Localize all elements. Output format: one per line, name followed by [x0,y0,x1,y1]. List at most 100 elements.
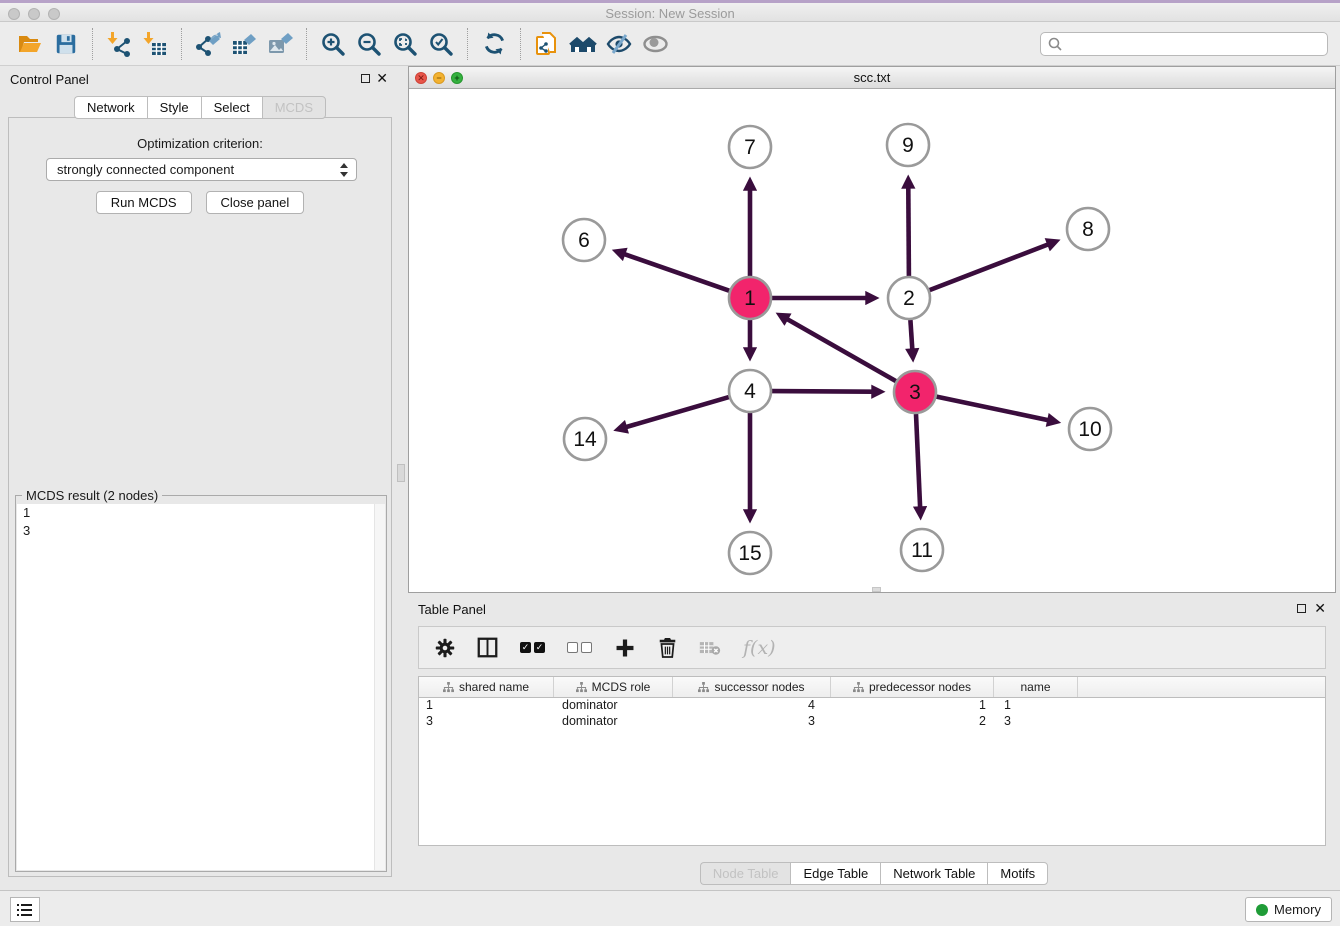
save-session-button[interactable] [48,27,84,61]
import-table-button[interactable] [137,27,173,61]
birds-eye-view-button[interactable] [637,27,673,61]
cell-name: 3 [994,714,1078,730]
first-neighbors-button[interactable] [565,27,601,61]
cell-predecessor-nodes: 1 [831,698,994,714]
close-table-panel-icon[interactable]: ✕ [1314,600,1326,616]
svg-text:2: 2 [903,287,915,310]
export-network-button[interactable] [190,27,226,61]
export-table-button[interactable] [226,27,262,61]
unchecked-box-icon [567,642,578,653]
window-titlebar: Session: New Session [0,0,1340,22]
tab-select[interactable]: Select [201,96,262,119]
table-options-button[interactable] [435,638,455,658]
mcds-result-list[interactable]: 1 3 [17,504,385,870]
export-table-icon [231,31,257,57]
import-network-button[interactable] [101,27,137,61]
function-builder-button[interactable]: f(x) [743,637,776,659]
optimization-criterion-label: Optimization criterion: [9,136,391,151]
refresh-button[interactable] [476,27,512,61]
svg-text:7: 7 [744,136,756,159]
toolbar-separator [92,28,93,60]
control-panel: Control Panel ✕ Network Style Select MCD… [0,66,400,890]
zoom-in-button[interactable] [315,27,351,61]
graph-node[interactable]: 11 [901,529,943,571]
svg-text:10: 10 [1078,418,1101,441]
graph-node[interactable]: 2 [888,277,930,319]
network-view-window: ✕ − + scc.txt 7 9 6 8 1 2 4 3 14 10 15 11 [408,66,1336,593]
float-panel-icon[interactable] [361,74,370,83]
window-title: Session: New Session [0,6,1340,21]
search-input[interactable] [1063,35,1327,53]
result-scrollbar[interactable] [374,504,385,870]
zoom-selected-button[interactable] [423,27,459,61]
create-column-button[interactable] [614,637,636,659]
list-icon [17,903,33,917]
canvas-grip[interactable] [872,587,881,592]
tab-network[interactable]: Network [74,96,147,119]
mcds-result-item: 3 [17,522,385,540]
clone-network-button[interactable] [529,27,565,61]
close-panel-icon[interactable]: ✕ [376,70,388,86]
zoom-out-button[interactable] [351,27,387,61]
table-header: shared name MCDS role successor nodes pr… [419,677,1325,698]
graph-node[interactable]: 15 [729,532,771,574]
select-all-columns-button[interactable]: ✓ ✓ [520,642,545,653]
column-header-shared-name[interactable]: shared name [419,677,554,697]
graph-edge [930,245,1048,291]
task-history-button[interactable] [10,897,40,922]
unchecked-box-icon [581,642,592,653]
export-image-button[interactable] [262,27,298,61]
tab-mcds[interactable]: MCDS [262,96,326,119]
toolbar-separator [306,28,307,60]
graph-edge [626,397,729,427]
graph-node[interactable]: 7 [729,126,771,168]
graph-node[interactable]: 9 [887,124,929,166]
show-columns-button[interactable] [477,637,498,658]
network-canvas[interactable]: 7 9 6 8 1 2 4 3 14 10 15 11 [409,89,1335,592]
table-row[interactable]: 1 dominator 4 1 1 [419,698,1325,714]
graph-node[interactable]: 10 [1069,408,1111,450]
tab-network-table[interactable]: Network Table [880,862,987,885]
column-header-mcds-role[interactable]: MCDS role [554,677,673,697]
graph-node[interactable]: 3 [894,371,936,413]
table-row[interactable]: 3 dominator 3 2 3 [419,714,1325,730]
graph-node[interactable]: 6 [563,219,605,261]
tab-node-table[interactable]: Node Table [700,862,791,885]
zoom-fit-button[interactable] [387,27,423,61]
hierarchy-icon [443,682,454,693]
svg-text:3: 3 [909,381,921,404]
tab-motifs[interactable]: Motifs [987,862,1048,885]
unselect-all-columns-button[interactable] [567,642,592,653]
tab-edge-table[interactable]: Edge Table [790,862,880,885]
search-field[interactable] [1040,32,1328,56]
run-mcds-button[interactable]: Run MCDS [96,191,192,214]
graph-edge [772,391,872,392]
graph-node[interactable]: 14 [564,418,606,460]
show-hide-graphics-button[interactable] [601,27,637,61]
tab-style[interactable]: Style [147,96,201,119]
houses-icon [569,31,597,57]
delete-table-button[interactable] [699,639,721,657]
splitter-handle[interactable] [397,464,405,482]
optimization-criterion-select[interactable]: strongly connected component [46,158,357,181]
zoom-selected-icon [428,31,454,57]
graph-node[interactable]: 1 [729,277,771,319]
open-session-button[interactable] [12,27,48,61]
zoom-in-icon [320,31,346,57]
graph-node[interactable]: 4 [729,370,771,412]
table-panel: Table Panel ✕ [408,596,1340,890]
float-table-panel-icon[interactable] [1297,604,1306,613]
memory-label: Memory [1274,902,1321,917]
mcds-panel: Optimization criterion: strongly connect… [8,117,392,877]
trash-icon [658,637,677,658]
delete-column-button[interactable] [658,637,677,658]
memory-button[interactable]: Memory [1245,897,1332,922]
search-icon [1047,36,1063,52]
table-tabs: Node Table Edge Table Network Table Moti… [408,862,1340,885]
network-window-titlebar[interactable]: ✕ − + scc.txt [409,67,1335,89]
close-panel-button[interactable]: Close panel [206,191,305,214]
graph-node[interactable]: 8 [1067,208,1109,250]
column-header-successor-nodes[interactable]: successor nodes [673,677,831,697]
column-header-name[interactable]: name [994,677,1078,697]
column-header-predecessor-nodes[interactable]: predecessor nodes [831,677,994,697]
